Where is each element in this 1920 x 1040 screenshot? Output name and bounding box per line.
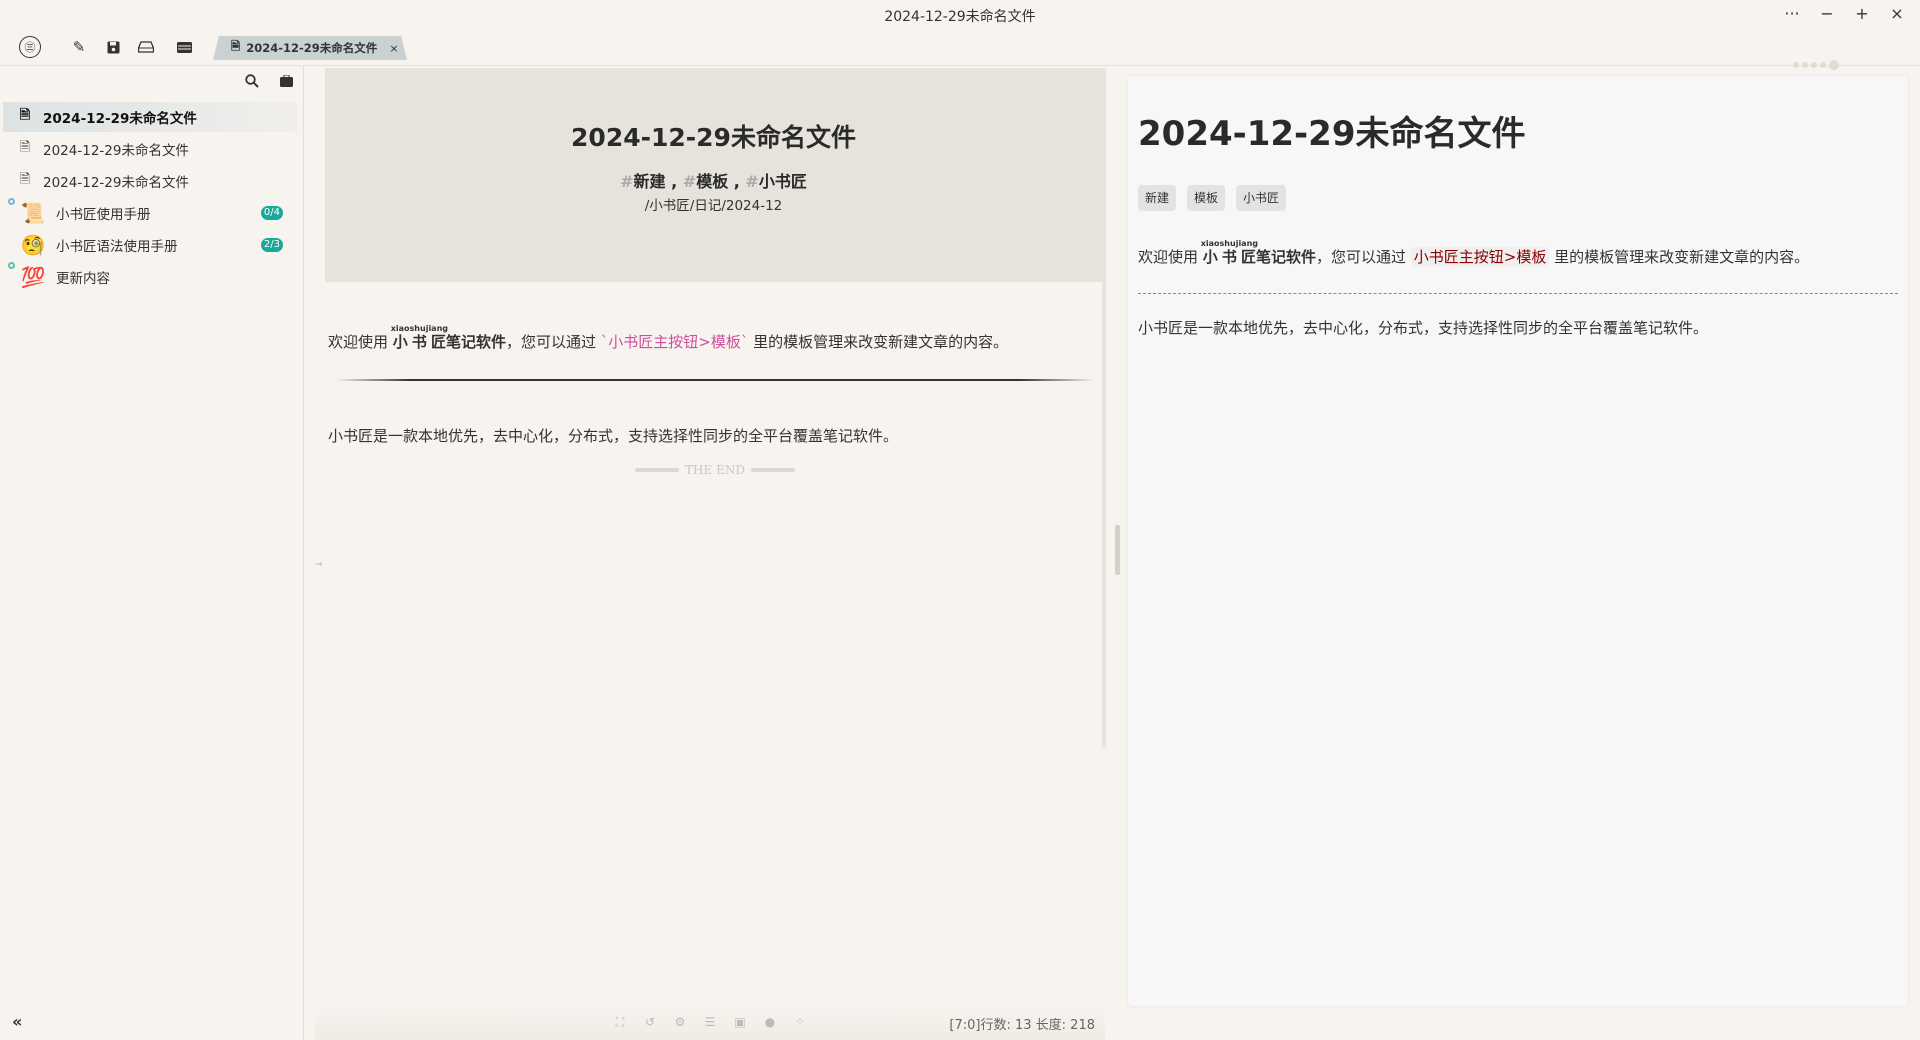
frontmatter-header: 2024-12-29未命名文件 #新建 , #模板 , #小书匠 /小书匠/日记…	[325, 68, 1102, 282]
app-logo-button[interactable]: ㊂	[19, 36, 41, 58]
paragraph: 小书匠是一款本地优先，去中心化，分布式，支持选择性同步的全平台覆盖笔记软件。	[328, 427, 899, 445]
panel-icon[interactable]	[173, 36, 195, 58]
sidebar-item-updates[interactable]: 💯 更新内容	[3, 262, 297, 292]
graph-icon[interactable]: ⁘	[792, 1015, 808, 1029]
lightbulb-icon[interactable]: ●	[762, 1015, 778, 1029]
sidebar-item-label: 小书匠使用手册	[56, 207, 151, 223]
calendar-icon[interactable]: ▣	[732, 1015, 748, 1029]
page-indicator[interactable]	[1793, 60, 1839, 70]
editor-scrollbar[interactable]	[1102, 68, 1106, 748]
tag-list: #新建 , #模板 , #小书匠	[620, 172, 807, 191]
file-icon: 🗎	[19, 140, 31, 155]
sidebar-item-label: 小书匠语法使用手册	[56, 239, 178, 255]
preview-pane: 2024-12-29未命名文件 新建 模板 小书匠 欢迎使用 小书匠xiaosh…	[1128, 76, 1908, 1006]
minimize-button[interactable]: −	[1815, 4, 1839, 23]
tag[interactable]: 小书匠	[759, 172, 807, 191]
pane-splitter[interactable]	[1115, 525, 1120, 575]
tab-close-button[interactable]: ×	[389, 42, 398, 55]
horizontal-rule	[1138, 293, 1898, 294]
the-end-marker: THE END	[635, 463, 795, 477]
document-path: /小书匠/日记/2024-12	[644, 198, 783, 214]
sidebar-item-syntax-manual[interactable]: 🧐 小书匠语法使用手册 2/3	[3, 230, 297, 260]
preview-tag[interactable]: 模板	[1187, 185, 1226, 211]
window-title: 2024-12-29未命名文件	[884, 9, 1036, 25]
sidebar: 🗎 2024-12-29未命名文件 🗎 2024-12-29未命名文件 🗎 2024-…	[0, 66, 304, 1040]
sidebar-item-file[interactable]: 🗎 2024-12-29未命名文件	[3, 166, 297, 196]
tag[interactable]: 模板	[696, 172, 728, 191]
menu-icon[interactable]: ☰	[702, 1015, 718, 1029]
search-icon[interactable]	[245, 74, 259, 92]
maximize-button[interactable]: +	[1850, 4, 1874, 23]
fullscreen-icon[interactable]: ⛶	[612, 1015, 628, 1030]
cursor-status: [7:0]行数: 13 长度: 218	[949, 1018, 1095, 1033]
save-icon[interactable]	[102, 36, 124, 58]
preview-title: 2024-12-29未命名文件	[1138, 114, 1526, 154]
sidebar-item-file[interactable]: 🗎 2024-12-29未命名文件	[3, 134, 297, 164]
document-title: 2024-12-29未命名文件	[571, 123, 856, 152]
file-icon: 🗎	[19, 172, 31, 187]
preview-paragraph: 小书匠是一款本地优先，去中心化，分布式，支持选择性同步的全平台覆盖笔记软件。	[1138, 319, 1709, 337]
close-button[interactable]: ×	[1885, 4, 1909, 23]
inline-code: 小书匠主按钮>模板	[1410, 247, 1550, 267]
hundred-points-icon: 💯	[20, 265, 46, 289]
sidebar-item-label: 2024-12-29未命名文件	[43, 143, 189, 159]
sidebar-item-label: 2024-12-29未命名文件	[43, 175, 189, 191]
preview-paragraph: 欢迎使用 小书匠xiaoshujiang笔记软件，您可以通过 小书匠主按钮>模板…	[1138, 239, 1810, 267]
progress-badge: 0/4	[260, 206, 283, 220]
expand-arrow-icon[interactable]: ⇒	[315, 560, 323, 570]
gear-icon[interactable]: ⚙	[672, 1015, 688, 1029]
preview-tag[interactable]: 新建	[1138, 185, 1177, 211]
history-icon[interactable]: ↺	[642, 1015, 658, 1029]
status-bar: ⛶ ↺ ⚙ ☰ ▣ ● ⁘ [7:0]行数: 13 长度: 218	[315, 1008, 1105, 1040]
drive-icon[interactable]	[135, 36, 157, 58]
collapse-sidebar-button[interactable]: «	[12, 1012, 22, 1031]
editor-pane[interactable]: 2024-12-29未命名文件 #新建 , #模板 , #小书匠 /小书匠/日记…	[315, 66, 1106, 1040]
sidebar-item-label: 2024-12-29未命名文件	[43, 111, 197, 127]
edit-icon[interactable]: ✎	[68, 36, 90, 58]
monocle-face-icon: 🧐	[20, 233, 46, 257]
sidebar-item-label: 更新内容	[56, 271, 110, 287]
scroll-icon: 📜	[20, 201, 46, 225]
progress-badge: 2/3	[260, 238, 283, 252]
file-icon: 🗎	[231, 38, 241, 53]
toolbox-icon[interactable]	[280, 74, 293, 91]
horizontal-rule	[335, 379, 1095, 381]
paragraph: 欢迎使用 小书匠xiaoshujiang笔记软件，您可以通过 `小书匠主按钮>模…	[328, 324, 1009, 351]
inline-code: `小书匠主按钮>模板`	[600, 333, 749, 351]
tag[interactable]: 新建	[634, 172, 666, 191]
tab-label: 2024-12-29未命名文件	[246, 41, 378, 55]
tab-document[interactable]: 🗎 2024-12-29未命名文件 ×	[213, 36, 407, 60]
more-button[interactable]: ···	[1780, 4, 1804, 23]
file-icon: 🗎	[19, 108, 31, 123]
preview-tag[interactable]: 小书匠	[1236, 185, 1287, 211]
sidebar-item-manual[interactable]: 📜 小书匠使用手册 0/4	[3, 198, 297, 228]
sidebar-item-file[interactable]: 🗎 2024-12-29未命名文件	[3, 102, 297, 132]
